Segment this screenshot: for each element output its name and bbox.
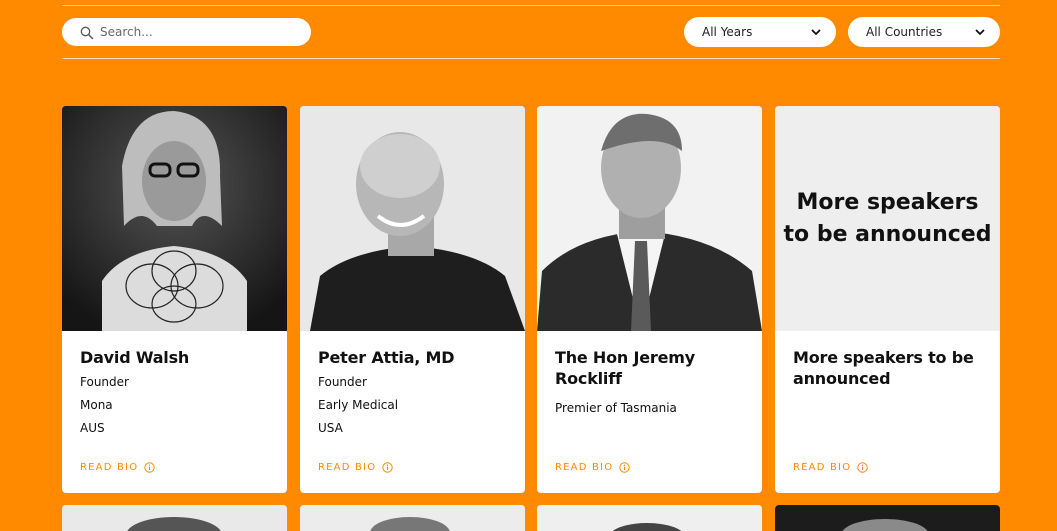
speaker-info: Peter Attia, MD Founder Early Medical US… bbox=[300, 331, 525, 493]
countries-filter-select[interactable]: All Countries bbox=[848, 17, 1000, 47]
read-bio-label: READ BIO bbox=[793, 462, 852, 473]
speaker-organisation: Mona bbox=[80, 398, 113, 412]
search-icon bbox=[80, 25, 94, 40]
filter-divider bbox=[62, 58, 1000, 59]
placeholder-heading: More speakers to be announced bbox=[783, 189, 992, 247]
speaker-role: Premier of Tasmania bbox=[555, 401, 677, 415]
speaker-role: Founder bbox=[80, 375, 129, 389]
speaker-photo bbox=[300, 106, 525, 331]
speaker-card[interactable]: David Walsh Founder Mona AUS READ BIO bbox=[62, 106, 287, 493]
speaker-photo bbox=[537, 106, 762, 331]
speaker-name: Peter Attia, MD bbox=[318, 348, 455, 367]
speaker-info: David Walsh Founder Mona AUS READ BIO bbox=[62, 331, 287, 493]
speaker-photo bbox=[62, 106, 287, 331]
speaker-card[interactable]: More speakers to be announced More speak… bbox=[775, 106, 1000, 493]
info-icon bbox=[619, 462, 630, 473]
read-bio-label: READ BIO bbox=[318, 462, 377, 473]
speaker-name: More speakers to be announced bbox=[793, 348, 974, 388]
speaker-card[interactable]: Peter Attia, MD Founder Early Medical US… bbox=[300, 106, 525, 493]
read-bio-link[interactable]: READ BIO bbox=[80, 462, 155, 473]
chevron-down-icon bbox=[811, 29, 821, 35]
read-bio-label: READ BIO bbox=[555, 462, 614, 473]
speaker-card[interactable]: The Hon Jeremy Rockliff Premier of Tasma… bbox=[537, 106, 762, 493]
speaker-card[interactable] bbox=[775, 505, 1000, 531]
speaker-card[interactable] bbox=[537, 505, 762, 531]
speaker-card[interactable] bbox=[62, 505, 287, 531]
speaker-name: David Walsh bbox=[80, 348, 190, 367]
speaker-country: AUS bbox=[80, 421, 105, 435]
speaker-card[interactable] bbox=[300, 505, 525, 531]
read-bio-link[interactable]: READ BIO bbox=[318, 462, 393, 473]
speaker-photo bbox=[62, 505, 287, 531]
chevron-down-icon bbox=[975, 29, 985, 35]
speaker-role: Founder bbox=[318, 375, 367, 389]
speaker-organisation: Early Medical bbox=[318, 398, 399, 412]
speaker-country: USA bbox=[318, 421, 343, 435]
speaker-photo bbox=[537, 505, 762, 531]
speaker-info: More speakers to be announced READ BIO bbox=[775, 331, 1000, 493]
info-icon bbox=[857, 462, 868, 473]
info-icon bbox=[144, 462, 155, 473]
years-filter-value: All Years bbox=[702, 25, 753, 39]
placeholder-image: More speakers to be announced bbox=[775, 106, 1000, 331]
info-icon bbox=[382, 462, 393, 473]
read-bio-link[interactable]: READ BIO bbox=[555, 462, 630, 473]
top-divider bbox=[62, 5, 1000, 6]
read-bio-label: READ BIO bbox=[80, 462, 139, 473]
search-box[interactable] bbox=[62, 18, 311, 46]
years-filter-select[interactable]: All Years bbox=[684, 17, 836, 47]
search-input[interactable] bbox=[100, 25, 290, 39]
countries-filter-value: All Countries bbox=[866, 25, 943, 39]
speaker-photo bbox=[775, 505, 1000, 531]
speaker-info: The Hon Jeremy Rockliff Premier of Tasma… bbox=[537, 331, 762, 493]
read-bio-link[interactable]: READ BIO bbox=[793, 462, 868, 473]
speaker-photo bbox=[300, 505, 525, 531]
speaker-name: The Hon Jeremy Rockliff bbox=[555, 348, 695, 388]
